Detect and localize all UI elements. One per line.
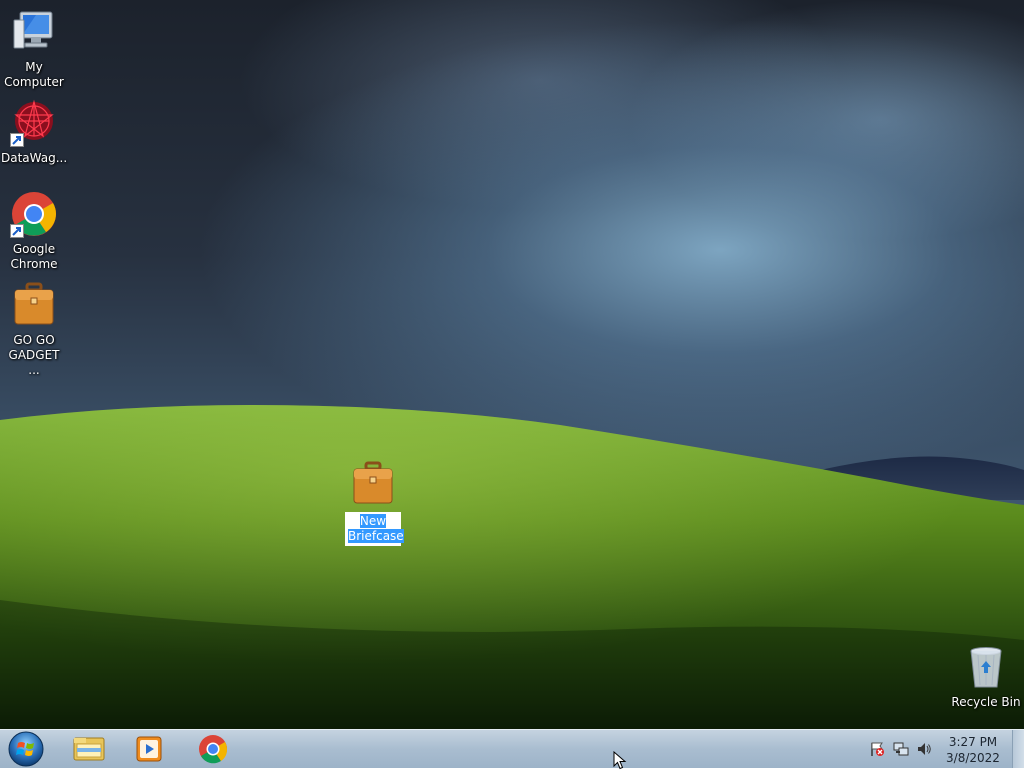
action-center-flag-icon[interactable] xyxy=(869,741,885,757)
icon-label: DataWag... xyxy=(1,151,68,165)
recycle-bin-icon xyxy=(962,643,1010,691)
show-desktop-button[interactable] xyxy=(1012,730,1024,768)
windows-orb-icon xyxy=(8,731,44,767)
clock-date: 3/8/2022 xyxy=(946,751,1000,765)
icon-label: My Computer xyxy=(4,60,64,89)
datawag-icon xyxy=(10,99,58,147)
chrome-icon xyxy=(199,735,228,764)
desktop-icon-google-chrome[interactable]: Google Chrome xyxy=(1,190,67,272)
shortcut-arrow-icon xyxy=(10,224,24,238)
taskbar-app-media-player[interactable] xyxy=(124,732,174,766)
desktop-icon-new-briefcase[interactable]: New Briefcase xyxy=(340,460,406,546)
system-tray: 3:27 PM 3/8/2022 xyxy=(854,730,1024,769)
desktop-icon-go-go-gadget[interactable]: GO GO GADGET ... xyxy=(1,281,67,378)
taskbar-app-windows-explorer[interactable] xyxy=(64,732,114,766)
icon-label-selected[interactable]: New Briefcase xyxy=(345,512,404,546)
icon-label: Recycle Bin xyxy=(951,695,1021,709)
clock-time: 3:27 PM xyxy=(948,735,998,749)
desktop-icon-my-computer[interactable]: My Computer xyxy=(1,8,67,90)
computer-icon xyxy=(10,8,58,56)
start-button[interactable] xyxy=(6,731,46,767)
briefcase-icon xyxy=(349,460,397,508)
folder-icon xyxy=(73,737,105,761)
taskbar: 3:27 PM 3/8/2022 xyxy=(0,729,1024,768)
wallpaper-hill xyxy=(0,405,1024,729)
icon-label: Google Chrome xyxy=(10,242,58,271)
chrome-icon xyxy=(10,190,58,238)
taskbar-app-google-chrome[interactable] xyxy=(188,732,238,766)
volume-icon[interactable] xyxy=(916,741,932,757)
desktop-icon-datawag[interactable]: DataWag... xyxy=(1,99,67,166)
desktop[interactable]: My Computer DataWag... Google Chrome GO … xyxy=(0,0,1024,729)
clock[interactable]: 3:27 PM 3/8/2022 xyxy=(938,734,1008,766)
briefcase-icon xyxy=(10,281,58,329)
icon-label: GO GO GADGET ... xyxy=(8,333,60,377)
media-player-icon xyxy=(136,736,162,762)
network-icon[interactable] xyxy=(893,741,909,757)
mouse-cursor-icon xyxy=(613,751,627,770)
shortcut-arrow-icon xyxy=(10,133,24,147)
desktop-icon-recycle-bin[interactable]: Recycle Bin xyxy=(950,643,1022,710)
